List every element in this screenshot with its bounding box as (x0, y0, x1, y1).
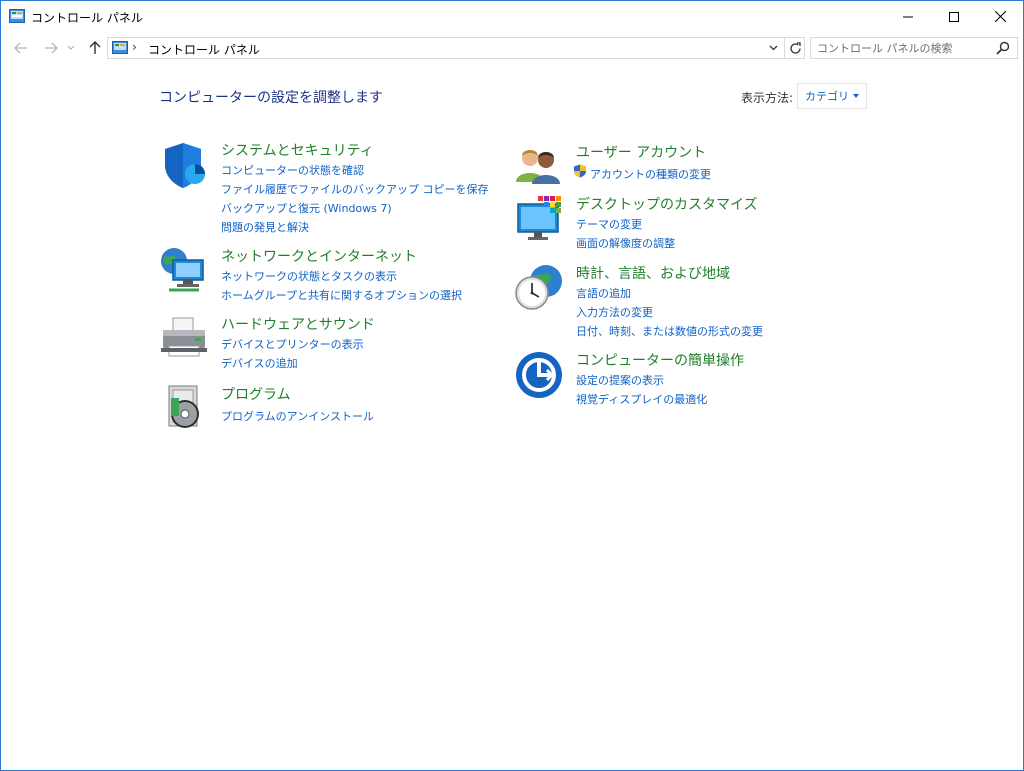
printer-icon (161, 317, 207, 357)
chevron-down-icon (769, 45, 777, 51)
link-change-input-method[interactable]: 入力方法の変更 (576, 304, 653, 320)
title-bar[interactable]: コントロール パネル (1, 1, 1023, 32)
address-dropdown-button[interactable] (766, 40, 780, 56)
link-backup-restore[interactable]: バックアップと復元 (Windows 7) (221, 200, 392, 216)
up-button[interactable] (85, 38, 105, 58)
minimize-button[interactable] (885, 1, 931, 32)
breadcrumb-separator[interactable]: › (132, 40, 137, 54)
shield-icon (165, 143, 205, 188)
link-find-fix-problems[interactable]: 問題の発見と解決 (221, 219, 309, 235)
close-icon (994, 11, 1006, 22)
maximize-icon (949, 11, 959, 22)
navigation-bar: › コントロール パネル (1, 34, 1023, 62)
view-by-value: カテゴリ (805, 90, 849, 103)
ease-of-access-icon (516, 352, 562, 398)
link-optimize-visual-display[interactable]: 視覚ディスプレイの最適化 (576, 391, 707, 407)
chevron-down-icon (67, 45, 75, 50)
uac-shield-icon (574, 164, 586, 178)
link-adjust-resolution[interactable]: 画面の解像度の調整 (576, 235, 675, 251)
refresh-icon (789, 41, 801, 54)
page-title: コンピューターの設定を調整します (159, 90, 383, 106)
caret-down-icon (853, 94, 859, 98)
users-icon (516, 150, 560, 184)
view-by-label: 表示方法: (741, 91, 794, 105)
close-button[interactable] (977, 1, 1023, 32)
programs-icon (168, 385, 199, 428)
link-get-recommendations[interactable]: 設定の提案の表示 (576, 372, 664, 388)
window-title: コントロール パネル (31, 11, 143, 25)
search-box[interactable] (810, 37, 1018, 59)
control-panel-window: コントロール パネル › コントロール パネル コントロール パネルの検索 コン… (0, 0, 1024, 771)
arrow-left-icon (14, 42, 27, 54)
link-uninstall-program[interactable]: プログラムのアンインストール (221, 408, 374, 424)
minimize-icon (903, 16, 913, 17)
link-homegroup-options[interactable]: ホームグループと共有に関するオプションの選択 (221, 287, 462, 303)
recent-locations-button[interactable] (65, 38, 77, 58)
control-panel-icon (9, 9, 25, 23)
breadcrumb-control-panel[interactable]: コントロール パネル (148, 41, 260, 58)
maximize-button[interactable] (931, 1, 977, 32)
link-add-device[interactable]: デバイスの追加 (221, 355, 298, 371)
forward-button[interactable] (41, 38, 61, 58)
link-change-account-type[interactable]: アカウントの種類の変更 (590, 166, 711, 182)
arrow-up-icon (89, 41, 101, 54)
view-by-dropdown[interactable]: カテゴリ (797, 83, 867, 109)
category-title[interactable]: システムとセキュリティ (221, 140, 374, 160)
desktop-icon (517, 196, 561, 240)
address-bar[interactable]: › コントロール パネル (107, 37, 805, 59)
category-title[interactable]: デスクトップのカスタマイズ (576, 194, 758, 214)
refresh-button[interactable] (784, 38, 805, 58)
category-title[interactable]: プログラム (221, 384, 291, 404)
category-title[interactable]: コンピューターの簡単操作 (576, 350, 744, 370)
arrow-right-icon (45, 42, 58, 54)
link-file-history-backup[interactable]: ファイル履歴でファイルのバックアップ コピーを保存 (221, 181, 489, 197)
category-title[interactable]: ハードウェアとサウンド (221, 314, 375, 334)
category-title[interactable]: 時計、言語、および地域 (576, 263, 730, 283)
link-devices-printers[interactable]: デバイスとプリンターの表示 (221, 336, 364, 352)
link-change-date-time-format[interactable]: 日付、時刻、または数値の形式の変更 (576, 323, 763, 339)
search-input[interactable] (817, 40, 987, 56)
network-icon (161, 248, 204, 292)
link-network-status[interactable]: ネットワークの状態とタスクの表示 (221, 268, 397, 284)
search-icon[interactable] (995, 40, 1011, 56)
link-add-language[interactable]: 言語の追加 (576, 285, 631, 301)
category-title[interactable]: ネットワークとインターネット (221, 246, 417, 266)
clock-globe-icon (515, 265, 562, 310)
link-change-theme[interactable]: テーマの変更 (576, 216, 642, 232)
back-button[interactable] (11, 38, 31, 58)
category-title[interactable]: ユーザー アカウント (576, 142, 706, 162)
link-check-computer-status[interactable]: コンピューターの状態を確認 (221, 162, 364, 178)
control-panel-icon (112, 41, 128, 54)
